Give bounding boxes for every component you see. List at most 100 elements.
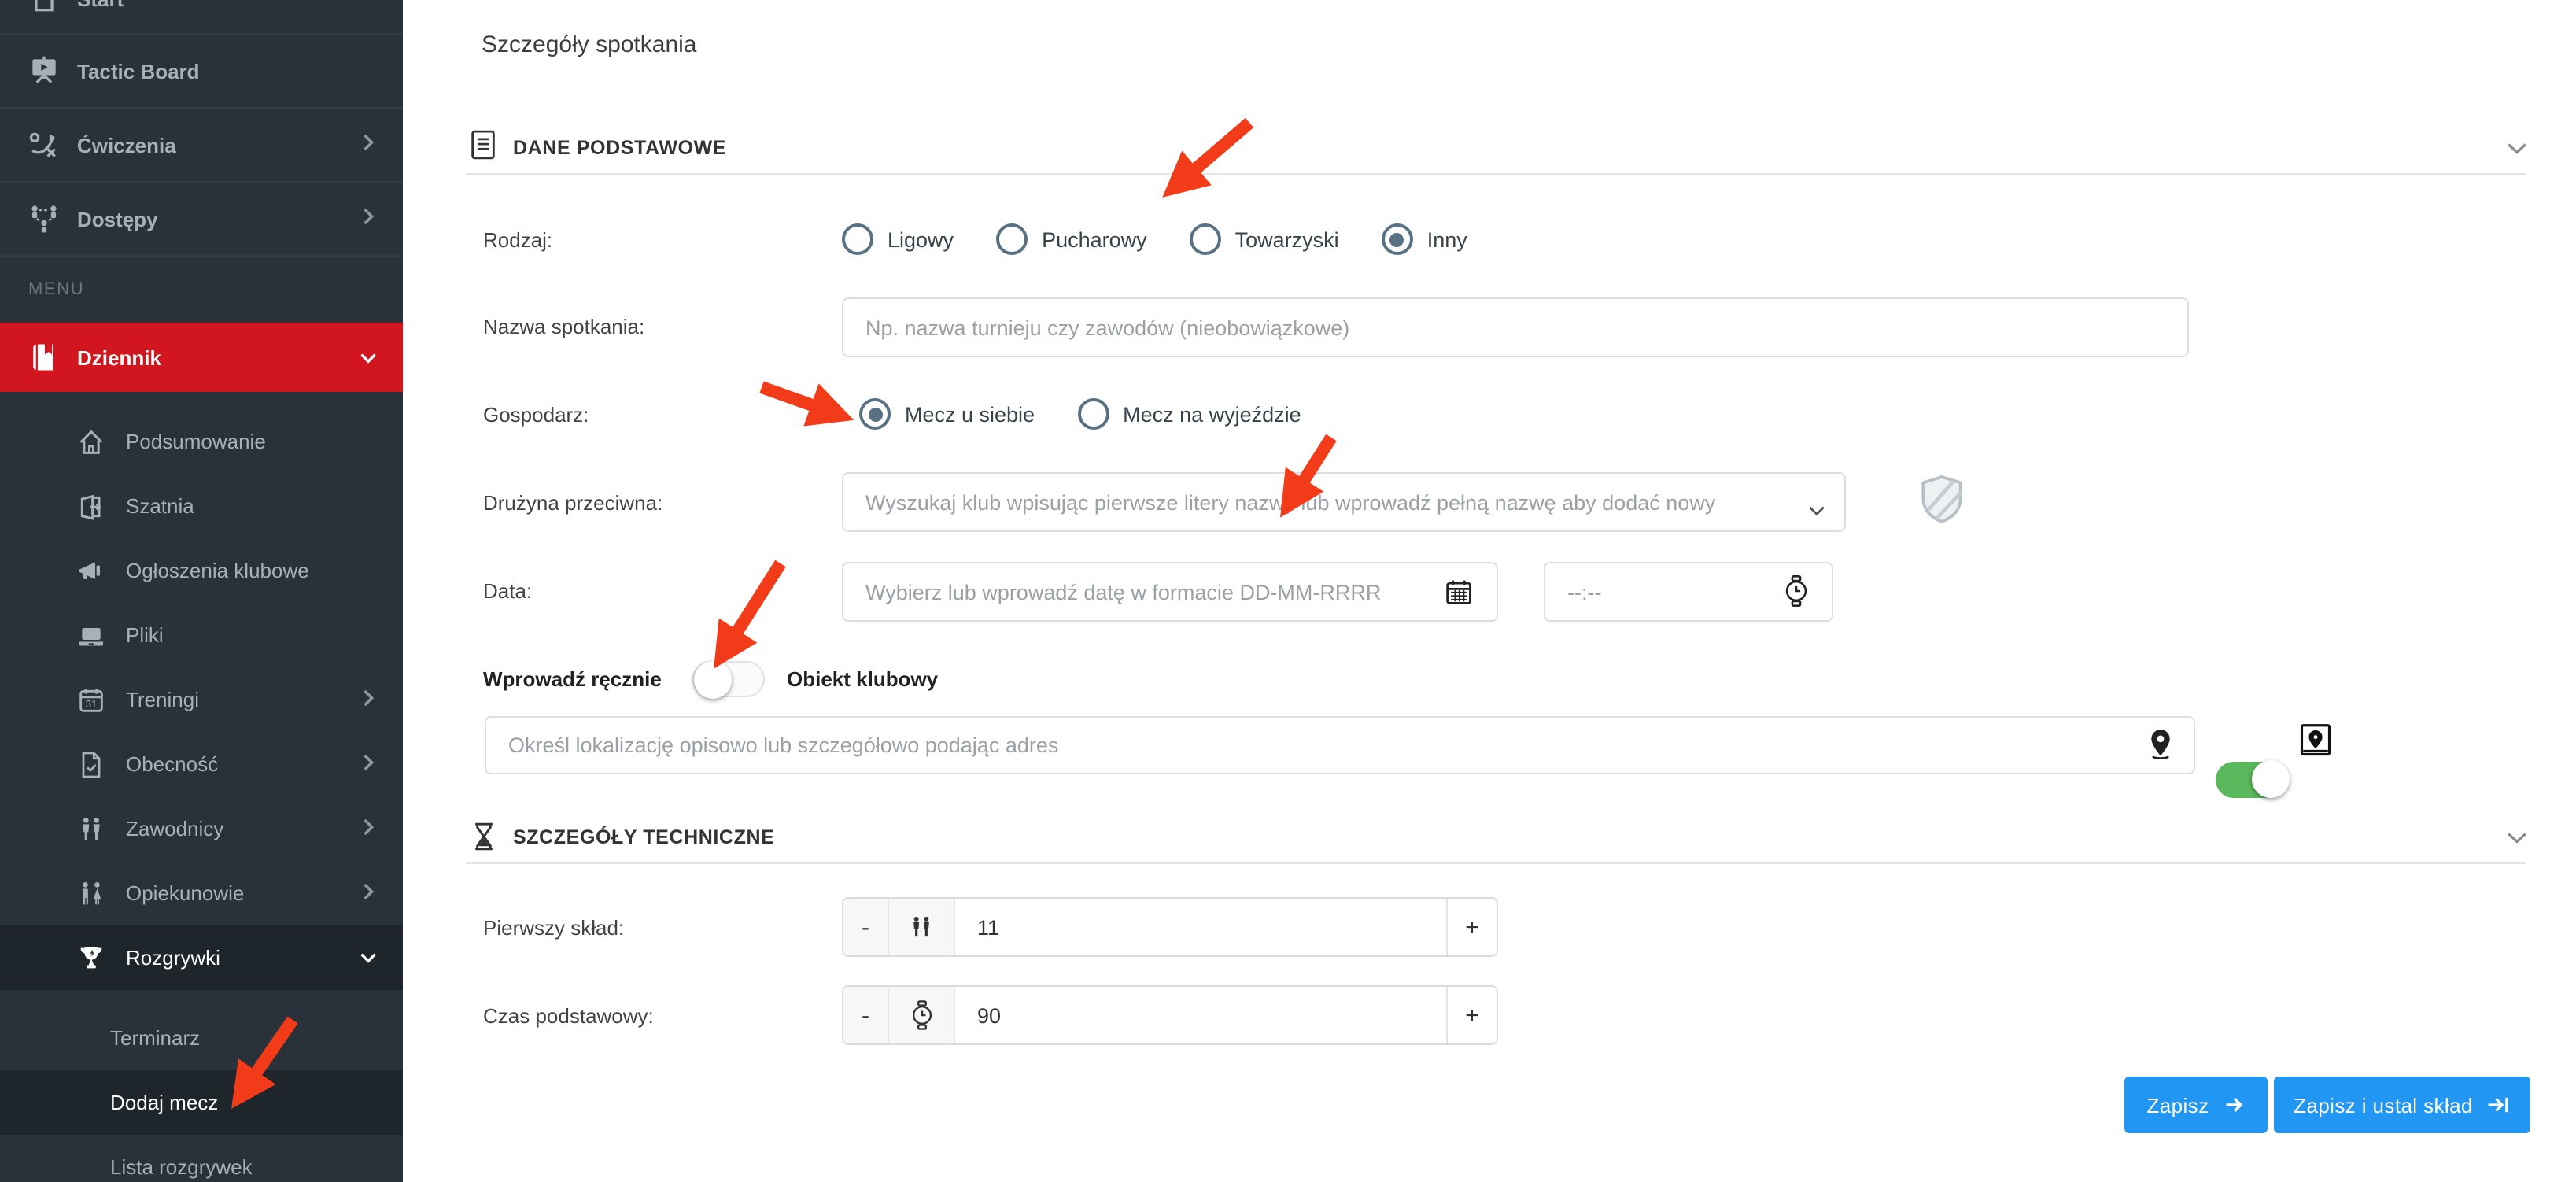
date-input[interactable] [842, 562, 1498, 622]
base-time-value[interactable]: 90 [955, 987, 1448, 1043]
sidebar-item-rozgrywki[interactable]: Rozgrywki [0, 925, 403, 990]
exercises-strategy-icon [27, 127, 61, 162]
map-pin-square-icon[interactable] [2299, 722, 2332, 766]
arrow-right-icon [2224, 1094, 2246, 1116]
field-label-nazwa: Nazwa spotkania: [483, 315, 644, 338]
tactic-board-icon [27, 54, 61, 88]
sidebar-item-obecnosc[interactable]: Obecność [0, 732, 403, 796]
section-title-basic: DANE PODSTAWOWE [513, 137, 726, 159]
sidebar-item-label: Dodaj mecz [110, 1091, 218, 1114]
radio-inny-selected[interactable] [1382, 223, 1413, 255]
stepper-plus-button[interactable]: + [1448, 987, 1497, 1043]
manual-entry-toggle[interactable] [692, 661, 765, 697]
stepper-plus-button[interactable]: + [1448, 899, 1497, 955]
radio-pucharowy[interactable] [996, 223, 1028, 255]
stepper-minus-button[interactable]: - [843, 899, 889, 955]
save-button[interactable]: Zapisz [2124, 1077, 2268, 1133]
club-facility-label: Obiekt klubowy [787, 667, 938, 691]
sidebar-item-tactic-board[interactable]: Tactic Board [0, 35, 403, 109]
map-location-toggle[interactable] [2216, 762, 2288, 798]
section-title-technical: SZCZEGÓŁY TECHNICZNE [513, 826, 774, 848]
sidebar-item-label: Dziennik [77, 345, 161, 369]
sidebar-item-dziennik[interactable]: Dziennik [0, 323, 403, 392]
menu-section-label: MENU [0, 257, 403, 323]
sidebar-item-label: Tactic Board [77, 59, 200, 83]
collapse-section-technical-chevron-icon[interactable] [2505, 825, 2529, 853]
chevron-right-icon [362, 687, 378, 712]
sidebar-item-dostepy[interactable]: Dostępy [0, 183, 403, 257]
door-exit-icon [76, 490, 107, 522]
sidebar-item-pliki[interactable]: Pliki [0, 603, 403, 667]
home-icon [76, 426, 107, 457]
calendar-icon: 31 [76, 684, 107, 715]
chevron-right-icon [362, 816, 378, 841]
field-label-gospodarz: Gospodarz: [483, 403, 589, 427]
rodzaj-radio-group: Ligowy Pucharowy Towarzyski Inny [842, 223, 1467, 255]
radio-mecz-u-siebie-selected[interactable] [859, 398, 891, 430]
chevron-right-icon [362, 206, 378, 231]
stepper-minus-button[interactable]: - [843, 987, 889, 1043]
chevron-right-icon [362, 752, 378, 777]
svg-text:31: 31 [86, 697, 98, 709]
sidebar-item-label: Ćwiczenia [77, 133, 176, 157]
field-label-druzyna: Drużyna przeciwna: [483, 491, 662, 515]
chevron-right-icon [362, 132, 378, 157]
app-window: Start Tactic Board Ćwiczenia Dostępy [0, 0, 2576, 1182]
nazwa-spotkania-input[interactable] [842, 297, 2189, 357]
time-input[interactable] [1544, 562, 1833, 622]
sidebar-item-dodaj-mecz[interactable]: Dodaj mecz [0, 1070, 403, 1135]
base-time-stepper: - 90 + [842, 985, 1498, 1045]
home-icon [27, 0, 61, 16]
sidebar-item-label: Opiekunowie [126, 881, 244, 905]
radio-option-towarzyski[interactable]: Towarzyski [1190, 223, 1339, 255]
sidebar-item-szatnia[interactable]: Szatnia [0, 474, 403, 538]
radio-option-mecz-u-siebie[interactable]: Mecz u siebie [859, 398, 1035, 430]
field-label-data: Data: [483, 579, 532, 603]
save-and-lineup-button[interactable]: Zapisz i ustal skład [2274, 1077, 2530, 1133]
journal-book-icon [27, 340, 61, 375]
radio-option-pucharowy[interactable]: Pucharowy [996, 223, 1147, 255]
clock-icon-cell [889, 987, 955, 1043]
sidebar-item-label: Start [77, 0, 124, 10]
chevron-down-icon [359, 345, 378, 369]
manual-entry-label: Wprowadź ręcznie [483, 667, 662, 691]
drive-files-icon [76, 619, 107, 651]
chevron-down-icon [359, 946, 378, 970]
radio-option-inny[interactable]: Inny [1382, 223, 1467, 255]
sidebar-item-cwiczenia[interactable]: Ćwiczenia [0, 109, 403, 183]
sidebar-item-label: Szatnia [126, 494, 194, 518]
club-crest-shield-placeholder-icon [1920, 474, 1964, 534]
collapse-section-basic-chevron-icon[interactable] [2505, 135, 2529, 164]
lineup-size-value[interactable]: 11 [955, 899, 1448, 955]
sidebar-item-zawodnicy[interactable]: Zawodnicy [0, 796, 403, 861]
sidebar-item-terminarz[interactable]: Terminarz [0, 1006, 403, 1070]
rozgrywki-submenu: Terminarz Dodaj mecz Lista rozgrywek [0, 990, 403, 1182]
arrow-to-bar-icon [2487, 1094, 2511, 1116]
toggle-knob [694, 661, 732, 699]
druzyna-przeciwna-select[interactable] [842, 472, 1846, 532]
location-input[interactable] [485, 716, 2195, 774]
sidebar-item-start[interactable]: Start [0, 0, 403, 35]
page-title: Szczegóły spotkania [482, 31, 697, 58]
sidebar-item-treningi[interactable]: 31 Treningi [0, 667, 403, 732]
sidebar-item-label: Zawodnicy [126, 817, 223, 840]
trophy-icon [76, 942, 107, 973]
sidebar-item-ogloszenia[interactable]: Ogłoszenia klubowe [0, 538, 403, 603]
radio-mecz-na-wyjezdzie[interactable] [1077, 398, 1109, 430]
sidebar-item-opiekunowie[interactable]: Opiekunowie [0, 861, 403, 925]
toggle-knob [2252, 760, 2290, 798]
main-content: Szczegóły spotkania DANE PODSTAWOWE Rodz… [403, 0, 2576, 1182]
section-divider [466, 173, 2526, 175]
hourglass-icon [472, 822, 496, 859]
sidebar-item-label: Ogłoszenia klubowe [126, 559, 309, 582]
radio-option-mecz-na-wyjezdzie[interactable]: Mecz na wyjeździe [1077, 398, 1301, 430]
radio-towarzyski[interactable] [1190, 223, 1221, 255]
sidebar-item-lista-rozgrywek[interactable]: Lista rozgrywek [0, 1135, 403, 1182]
radio-option-ligowy[interactable]: Ligowy [842, 223, 954, 255]
radio-ligowy[interactable] [842, 223, 873, 255]
megaphone-icon [76, 555, 107, 586]
field-label-sklad: Pierwszy skład: [483, 916, 624, 940]
sidebar-item-podsumowanie[interactable]: Podsumowanie [0, 409, 403, 474]
sidebar-item-label: Treningi [126, 688, 199, 711]
gospodarz-radio-group: Mecz u siebie Mecz na wyjeździe [859, 398, 1301, 430]
